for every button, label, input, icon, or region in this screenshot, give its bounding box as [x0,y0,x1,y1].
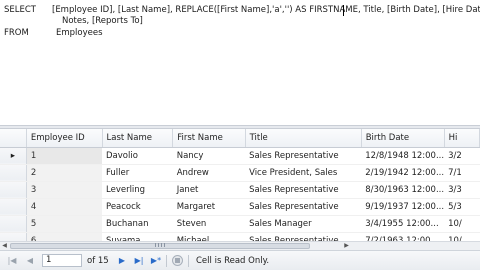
stop-icon[interactable] [172,255,183,266]
cell-first-name[interactable]: Nancy [172,147,246,165]
toolbar-separator [166,255,167,267]
table-row[interactable]: ▸ 1 Davolio Nancy Sales Representative 1… [0,147,480,165]
cell-last-name[interactable]: Leverling [102,181,173,199]
cell-birth-date[interactable]: 7/2/1963 12:00... [361,232,445,241]
cell-first-name[interactable]: Andrew [172,164,246,182]
cell-birth-date[interactable]: 12/8/1948 12:00... [361,147,445,165]
cell-title[interactable]: Vice President, Sales [245,164,362,182]
row-selector[interactable] [0,198,27,216]
cell-hire-date[interactable]: 10/ [444,232,480,241]
record-count-label: of 15 [87,256,109,266]
sql-select-keyword: SELECT [4,5,36,15]
cell-employee-id[interactable]: 6 [26,232,102,241]
sql-pane[interactable]: SELECT [Employee ID], [Last Name], REPLA… [0,0,480,125]
last-record-icon[interactable]: ▶| [133,255,145,267]
column-header-birth-date[interactable]: Birth Date [361,129,445,148]
scroll-right-icon[interactable]: ▶ [342,242,351,250]
cell-last-name[interactable]: Davolio [102,147,173,165]
cell-hire-date[interactable]: 7/1 [444,164,480,182]
table-row[interactable]: 6 Suyama Michael Sales Representative 7/… [0,232,480,241]
scrollbar-grip-icon [155,243,165,247]
table-row[interactable]: 5 Buchanan Steven Sales Manager 3/4/1955… [0,215,480,233]
column-header-hire-date[interactable]: Hi [444,129,480,148]
record-number-input[interactable]: 1 [42,254,82,267]
cell-employee-id[interactable]: 4 [26,198,102,216]
sql-select-columns-continued: Notes, [Reports To] [62,16,143,26]
new-record-icon[interactable]: ▶* [150,255,162,267]
next-record-icon[interactable]: ▶ [116,255,128,267]
column-header-title[interactable]: Title [245,129,362,148]
cell-birth-date[interactable]: 9/19/1937 12:00... [361,198,445,216]
column-header-employee-id[interactable]: Employee ID [26,129,103,148]
text-cursor [343,5,344,16]
cell-birth-date[interactable]: 2/19/1942 12:00... [361,164,445,182]
results-grid[interactable]: Employee ID Last Name First Name Title B… [0,129,480,241]
cell-title[interactable]: Sales Representative [245,198,362,216]
cell-hire-date[interactable]: 3/3 [444,181,480,199]
row-selector[interactable] [0,164,27,182]
column-header-first-name[interactable]: First Name [172,129,246,148]
table-row[interactable]: 4 Peacock Margaret Sales Representative … [0,198,480,216]
cell-birth-date[interactable]: 8/30/1963 12:00... [361,181,445,199]
cell-first-name[interactable]: Steven [172,215,246,233]
cell-hire-date[interactable]: 10/ [444,215,480,233]
cell-last-name[interactable]: Fuller [102,164,173,182]
sql-from-table: Employees [56,28,103,38]
cell-employee-id[interactable]: 1 [26,147,102,165]
cell-title[interactable]: Sales Representative [245,147,362,165]
column-header-last-name[interactable]: Last Name [102,129,174,148]
cell-last-name[interactable]: Peacock [102,198,173,216]
navigation-status-bar: |◀ ◀ 1 of 15 ▶ ▶| ▶* Cell is Read Only. [0,250,480,270]
cell-last-name[interactable]: Suyama [102,232,173,241]
toolbar-separator [188,255,189,267]
cell-first-name[interactable]: Michael [172,232,246,241]
cell-title[interactable]: Sales Manager [245,215,362,233]
table-row[interactable]: 3 Leverling Janet Sales Representative 8… [0,181,480,199]
cell-title[interactable]: Sales Representative [245,232,362,241]
row-selector[interactable] [0,215,27,233]
cell-employee-id[interactable]: 3 [26,181,102,199]
cell-birth-date[interactable]: 3/4/1955 12:00... [361,215,445,233]
cell-title[interactable]: Sales Representative [245,181,362,199]
cell-last-name[interactable]: Buchanan [102,215,173,233]
row-selector[interactable] [0,232,27,241]
first-record-icon[interactable]: |◀ [6,255,18,267]
cell-first-name[interactable]: Janet [172,181,246,199]
table-row[interactable]: 2 Fuller Andrew Vice President, Sales 2/… [0,164,480,182]
cell-employee-id[interactable]: 5 [26,215,102,233]
previous-record-icon[interactable]: ◀ [24,255,36,267]
row-selector-header[interactable] [0,129,27,148]
row-selector[interactable] [0,181,27,199]
sql-from-keyword: FROM [4,28,29,38]
status-message: Cell is Read Only. [196,256,270,266]
sql-select-columns: [Employee ID], [Last Name], REPLACE([Fir… [52,5,480,15]
cell-employee-id[interactable]: 2 [26,164,102,182]
current-row-indicator[interactable]: ▸ [0,147,27,165]
horizontal-scrollbar[interactable]: ◀ ▶ [0,241,480,250]
cell-hire-date[interactable]: 3/2 [444,147,480,165]
cell-first-name[interactable]: Margaret [172,198,246,216]
scroll-left-icon[interactable]: ◀ [0,242,9,250]
cell-hire-date[interactable]: 5/3 [444,198,480,216]
